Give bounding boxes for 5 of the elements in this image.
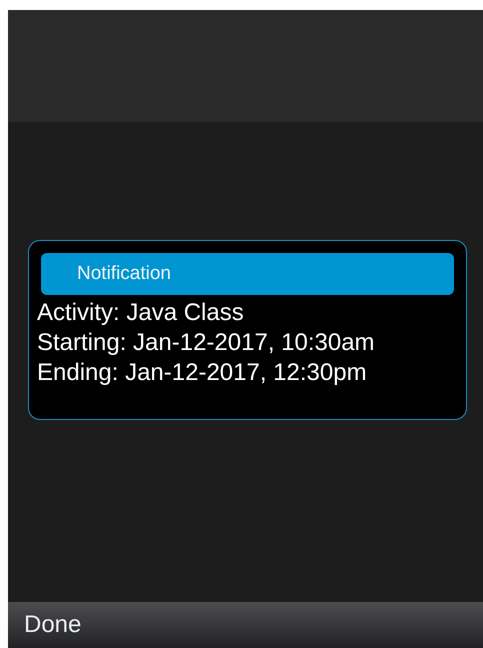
detail-text: Activity: Java Class: [37, 298, 245, 328]
done-softkey[interactable]: Done: [24, 607, 82, 643]
dialog-title: Notification: [41, 253, 454, 295]
detail-text: Starting: Jan-12-2017, 10:30am: [37, 328, 376, 358]
detail-text: Ending: Jan-12-2017, 12:30pm: [37, 358, 368, 388]
